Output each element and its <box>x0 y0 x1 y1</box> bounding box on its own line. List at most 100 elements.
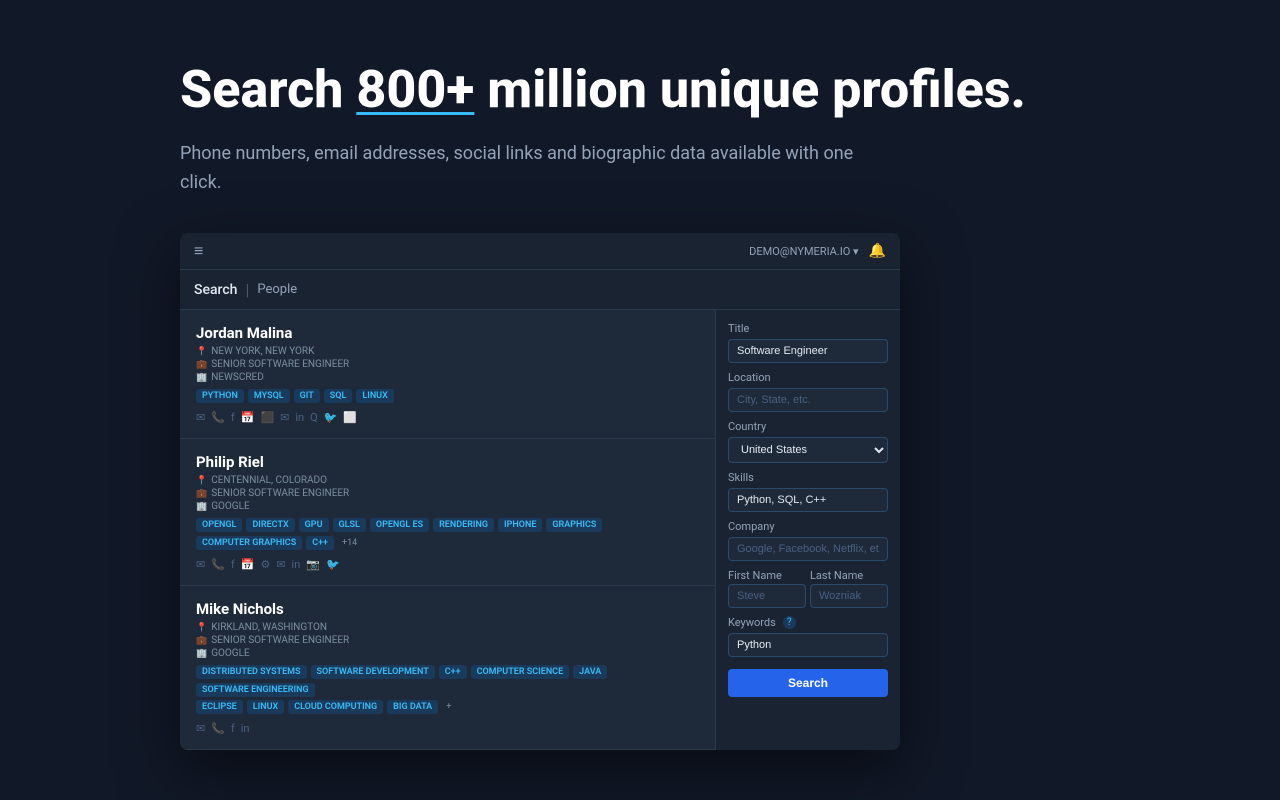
results-panel: Jordan Malina 📍 NEW YORK, NEW YORK 💼 SEN… <box>180 310 715 750</box>
tag[interactable]: COMPUTER GRAPHICS <box>196 536 302 550</box>
email-icon[interactable]: ✉ <box>196 722 205 735</box>
profile-location-2: 📍 CENTENNIAL, COLORADO <box>196 475 699 486</box>
work-icon-2: 💼 <box>196 489 207 499</box>
tag[interactable]: GIT <box>294 389 320 403</box>
profile-tags-3b: ECLIPSE LINUX CLOUD COMPUTING BIG DATA + <box>196 700 699 714</box>
gear-icon[interactable]: ⚙ <box>260 558 270 571</box>
profile-name-2[interactable]: Philip Riel <box>196 453 699 471</box>
github-icon[interactable]: ⬛ <box>260 411 274 424</box>
profile-title-1: 💼 SENIOR SOFTWARE ENGINEER <box>196 359 699 370</box>
location-icon-3: 📍 <box>196 623 207 633</box>
instagram-icon[interactable]: 📷 <box>306 558 320 571</box>
keywords-tooltip-icon[interactable]: ? <box>783 616 796 629</box>
tags-more-3[interactable]: + <box>442 700 455 714</box>
tag[interactable]: LINUX <box>247 700 284 714</box>
location-filter-input[interactable] <box>728 388 888 412</box>
tag[interactable]: SOFTWARE ENGINEERING <box>196 683 315 697</box>
skills-filter-input[interactable] <box>728 488 888 512</box>
message-icon[interactable]: ✉ <box>280 411 289 424</box>
tag[interactable]: GLSL <box>333 518 366 532</box>
tag[interactable]: SOFTWARE DEVELOPMENT <box>311 665 435 679</box>
phone-icon[interactable]: 📞 <box>211 722 225 735</box>
hamburger-icon[interactable]: ≡ <box>194 241 203 261</box>
company-icon-1: 🏢 <box>196 373 207 383</box>
tag[interactable]: IPHONE <box>498 518 542 532</box>
company-filter-input[interactable] <box>728 537 888 561</box>
email-icon[interactable]: ✉ <box>196 411 205 424</box>
lastname-filter-input[interactable] <box>810 584 888 608</box>
profile-tags-2: OPENGL DIRECTX GPU GLSL OPENGL ES RENDER… <box>196 518 699 550</box>
quora-icon[interactable]: Q <box>310 411 318 424</box>
company-filter-label: Company <box>728 520 888 533</box>
search-button[interactable]: Search <box>728 669 888 697</box>
profile-location-1: 📍 NEW YORK, NEW YORK <box>196 346 699 357</box>
tag[interactable]: OPENGL <box>196 518 242 532</box>
tag[interactable]: C++ <box>306 536 334 550</box>
tag[interactable]: CLOUD COMPUTING <box>288 700 383 714</box>
headline-highlight: 800+ <box>356 59 474 120</box>
divider: | <box>245 280 249 299</box>
profile-title-3: 💼 SENIOR SOFTWARE ENGINEER <box>196 635 699 646</box>
tag[interactable]: GRAPHICS <box>546 518 602 532</box>
calendar-icon[interactable]: 📅 <box>241 411 255 424</box>
title-filter-label: Title <box>728 322 888 335</box>
keywords-filter-group: Keywords ? <box>728 616 888 657</box>
tag[interactable]: BIG DATA <box>387 700 438 714</box>
profile-tags-3: DISTRIBUTED SYSTEMS SOFTWARE DEVELOPMENT… <box>196 665 699 697</box>
facebook-icon[interactable]: f <box>231 722 235 735</box>
keywords-filter-input[interactable] <box>728 633 888 657</box>
search-label: Search <box>194 282 237 298</box>
location-icon-1: 📍 <box>196 347 207 357</box>
profile-name-3[interactable]: Mike Nichols <box>196 600 699 618</box>
bell-icon[interactable]: 🔔 <box>869 243 886 259</box>
tag[interactable]: ECLIPSE <box>196 700 243 714</box>
phone-icon[interactable]: 📞 <box>211 411 225 424</box>
linkedin-icon[interactable]: in <box>241 722 250 735</box>
other-icon[interactable]: ⬜ <box>343 411 357 424</box>
headline-prefix: Search <box>180 59 356 120</box>
message-icon[interactable]: ✉ <box>276 558 285 571</box>
tag[interactable]: COMPUTER SCIENCE <box>471 665 570 679</box>
location-icon-2: 📍 <box>196 476 207 486</box>
calendar-icon[interactable]: 📅 <box>241 558 255 571</box>
linkedin-icon[interactable]: in <box>295 411 304 424</box>
linkedin-icon[interactable]: in <box>292 558 301 571</box>
profile-location-3: 📍 KIRKLAND, WASHINGTON <box>196 622 699 633</box>
tag[interactable]: PYTHON <box>196 389 244 403</box>
work-icon-1: 💼 <box>196 360 207 370</box>
email-icon[interactable]: ✉ <box>196 558 205 571</box>
app-body: Jordan Malina 📍 NEW YORK, NEW YORK 💼 SEN… <box>180 310 900 750</box>
country-filter-group: Country United States <box>728 420 888 463</box>
facebook-icon[interactable]: f <box>231 558 235 571</box>
company-icon-2: 🏢 <box>196 502 207 512</box>
tag[interactable]: MYSQL <box>248 389 290 403</box>
tag[interactable]: C++ <box>439 665 467 679</box>
people-label: People <box>257 282 297 297</box>
tag[interactable]: SQL <box>324 389 353 403</box>
firstname-filter-input[interactable] <box>728 584 806 608</box>
country-filter-select[interactable]: United States <box>728 437 888 463</box>
tag[interactable]: OPENGL ES <box>370 518 429 532</box>
title-filter-input[interactable] <box>728 339 888 363</box>
demo-account-label[interactable]: DEMO@NYMERIA.IO ▾ <box>749 245 858 258</box>
tag[interactable]: LINUX <box>356 389 393 403</box>
phone-icon[interactable]: 📞 <box>211 558 225 571</box>
company-filter-group: Company <box>728 520 888 561</box>
tag[interactable]: DIRECTX <box>246 518 294 532</box>
firstname-filter-label: First Name <box>728 569 806 582</box>
lastname-filter-label: Last Name <box>810 569 888 582</box>
tags-more-2[interactable]: +14 <box>338 536 361 550</box>
app-window: ≡ DEMO@NYMERIA.IO ▾ 🔔 Search | People Jo… <box>180 233 900 750</box>
twitter-icon[interactable]: 🐦 <box>326 558 340 571</box>
profile-card-3: Mike Nichols 📍 KIRKLAND, WASHINGTON 💼 SE… <box>180 586 715 750</box>
twitter-icon[interactable]: 🐦 <box>324 411 338 424</box>
tag[interactable]: GPU <box>299 518 329 532</box>
facebook-icon[interactable]: f <box>231 411 235 424</box>
name-filter-group: First Name Last Name <box>728 569 888 608</box>
profile-name-1[interactable]: Jordan Malina <box>196 324 699 342</box>
title-filter-group: Title <box>728 322 888 363</box>
tag[interactable]: RENDERING <box>433 518 494 532</box>
profile-actions-1: ✉ 📞 f 📅 ⬛ ✉ in Q 🐦 ⬜ <box>196 411 699 424</box>
tag[interactable]: DISTRIBUTED SYSTEMS <box>196 665 307 679</box>
tag[interactable]: JAVA <box>573 665 607 679</box>
